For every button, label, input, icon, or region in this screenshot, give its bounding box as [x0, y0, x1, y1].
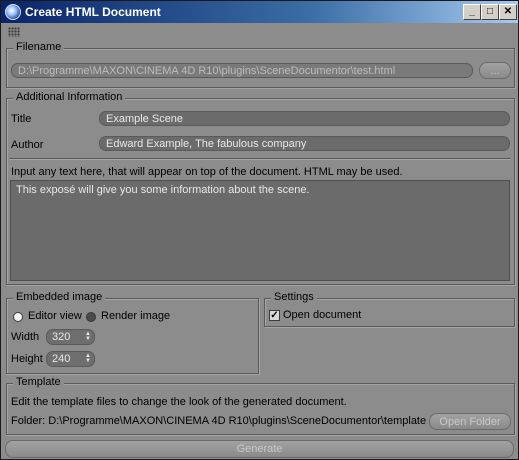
open-document-label[interactable]: Open document	[283, 309, 361, 321]
minimize-button[interactable]: _	[463, 4, 481, 20]
height-stepper[interactable]: 240 ▲ ▼	[46, 351, 95, 367]
title-bar[interactable]: Create HTML Document _ □ ✕	[1, 1, 518, 23]
template-group-title: Template	[13, 376, 64, 388]
width-label: Width	[11, 331, 40, 343]
settings-group: Settings ✓ Open document	[264, 291, 515, 327]
editor-view-radio[interactable]	[13, 312, 23, 322]
description-hint: Input any text here, that will appear on…	[11, 166, 403, 178]
filename-group-title: Filename	[13, 41, 65, 53]
template-group: Template Edit the template files to chan…	[6, 376, 515, 435]
browse-button[interactable]: ...	[479, 62, 511, 79]
spin-arrows-icon[interactable]: ▲ ▼	[85, 331, 91, 342]
open-folder-button[interactable]: Open Folder	[429, 413, 511, 430]
divider	[9, 158, 511, 160]
description-textarea[interactable]: This exposé will give you some informati…	[10, 180, 510, 281]
width-value: 320	[52, 331, 71, 343]
title-label: Title	[11, 113, 32, 125]
additional-info-group: Additional Information Title Example Sce…	[6, 91, 515, 285]
template-hint: Edit the template files to change the lo…	[11, 396, 347, 408]
additional-info-group-title: Additional Information	[13, 91, 126, 103]
embedded-image-group: Embedded image Editor view Render image …	[6, 291, 259, 374]
description-text: This exposé will give you some informati…	[16, 184, 310, 196]
author-label: Author	[11, 139, 44, 151]
width-stepper[interactable]: 320 ▲ ▼	[46, 329, 95, 345]
height-label: Height	[11, 353, 43, 365]
generate-button[interactable]: Generate	[5, 440, 514, 458]
open-document-checkbox[interactable]: ✓	[269, 310, 280, 321]
editor-view-label[interactable]: Editor view	[28, 310, 82, 322]
height-value: 240	[52, 353, 71, 365]
cinema4d-logo-icon	[5, 4, 21, 20]
embedded-image-group-title: Embedded image	[13, 291, 106, 303]
drag-grip-icon[interactable]	[8, 27, 20, 37]
render-image-radio[interactable]	[86, 312, 96, 322]
filename-group: Filename D:\Programme\MAXON\CINEMA 4D R1…	[6, 41, 515, 88]
render-image-label[interactable]: Render image	[101, 310, 170, 322]
close-button[interactable]: ✕	[499, 4, 517, 20]
filename-path-field[interactable]: D:\Programme\MAXON\CINEMA 4D R10\plugins…	[11, 63, 473, 78]
dialog-window: Create HTML Document _ □ ✕ Filename D:\P…	[0, 0, 519, 460]
title-input[interactable]: Example Scene	[99, 111, 510, 126]
author-input[interactable]: Edward Example, The fabulous company	[99, 136, 510, 151]
maximize-button[interactable]: □	[481, 4, 499, 20]
spin-arrows-icon[interactable]: ▲ ▼	[85, 353, 91, 364]
template-folder-path: Folder: D:\Programme\MAXON\CINEMA 4D R10…	[11, 415, 427, 427]
window-title: Create HTML Document	[25, 5, 161, 19]
settings-group-title: Settings	[271, 291, 317, 303]
